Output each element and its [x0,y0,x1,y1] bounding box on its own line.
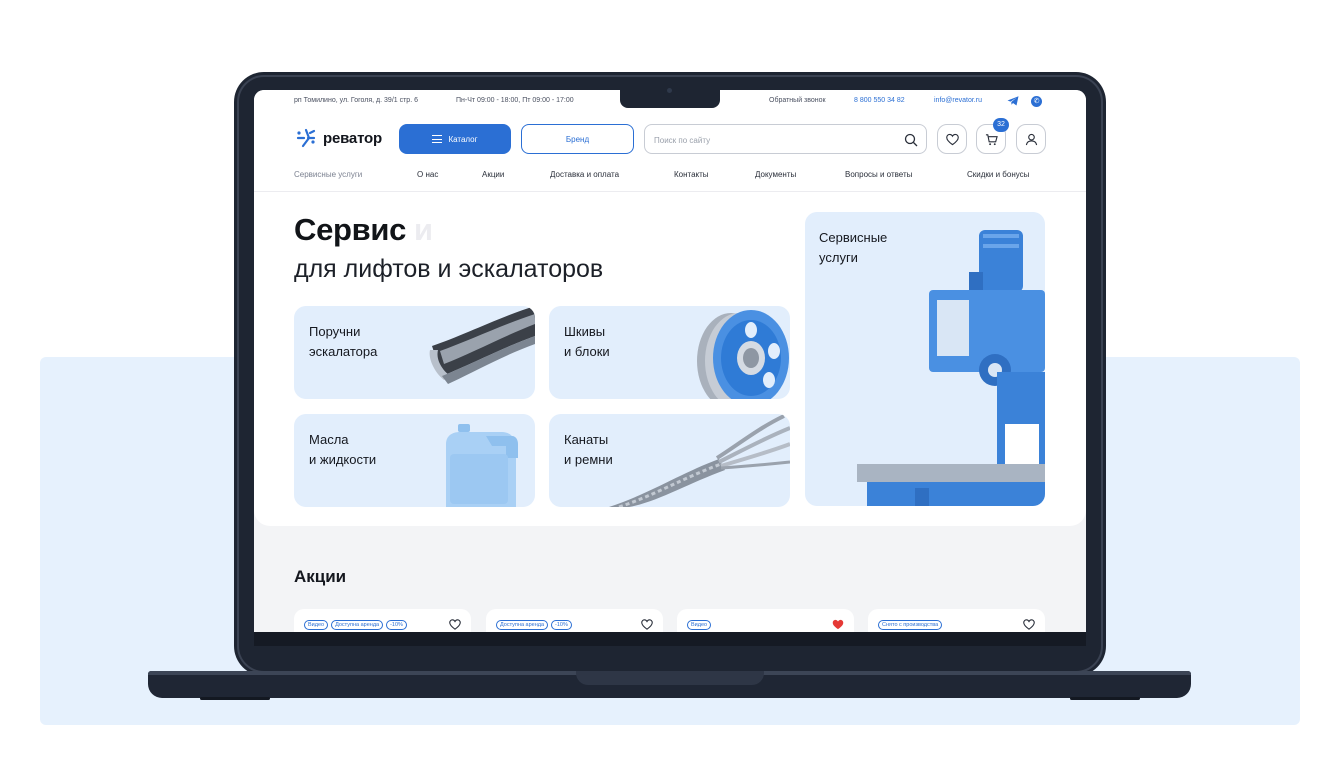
promo-card[interactable]: Доступна аренда -10% [486,609,663,632]
tag-video: Видео [687,620,712,630]
nav-item-delivery[interactable]: Доставка и оплата [550,170,619,179]
working-hours: Пн-Чт 09:00 - 18:00, Пт 09:00 - 17:00 [456,97,574,104]
brand-label: Бренд [565,134,590,144]
nav-item-documents[interactable]: Документы [755,170,796,179]
category-label: Шкивы и блоки [564,324,610,359]
category-label: Канаты и ремни [564,432,613,467]
catalog-label: Каталог [448,134,478,144]
steel-rope-image [609,414,790,507]
service-card[interactable]: Сервисные услуги [805,212,1045,506]
search-field[interactable] [644,124,927,154]
cart-button[interactable]: 32 [976,118,1009,154]
nav-item-discounts[interactable]: Скидки и бонусы [967,170,1029,179]
category-label: Поручни эскалатора [309,324,378,359]
favorite-heart-icon[interactable] [449,619,461,630]
nav-item-promotions[interactable]: Акции [482,170,504,179]
camera-icon [667,88,672,93]
favorite-heart-icon[interactable] [1023,619,1035,630]
pulley-image [697,310,789,399]
promotions-title: Акции [294,567,347,586]
favorite-heart-icon-active[interactable] [832,619,844,630]
user-icon [1025,133,1037,145]
handrail-image [429,306,535,384]
logo-text: реватор [323,129,382,147]
logo-icon [296,128,316,148]
hero-subtitle: для лифтов и эскалаторов [294,255,604,283]
nav-item-about[interactable]: О нас [417,170,438,179]
whatsapp-icon[interactable]: ✆ [1031,96,1042,107]
phone-link[interactable]: 8 800 550 34 82 [854,97,905,104]
category-card-pulleys[interactable]: Шкивы и блоки [549,306,790,399]
screen-bottom-bezel [254,632,1086,646]
cart-count-badge: 32 [993,118,1009,132]
main-navigation: Сервисные услуги О нас Акции Доставка и … [294,170,1046,182]
tag-rent: Доступна аренда [331,620,384,630]
category-card-handrails[interactable]: Поручни эскалатора [294,306,535,399]
telegram-icon[interactable] [1007,96,1019,106]
laptop-base-notch [576,671,764,685]
catalog-button[interactable]: Каталог [399,124,511,154]
tag-rent: Доступна аренда [496,620,549,630]
search-input[interactable] [654,133,874,147]
hero-title-ghost: и [414,212,434,247]
nav-item-faq[interactable]: Вопросы и ответы [845,170,912,179]
tag-discount: -10% [551,620,572,630]
category-label: Масла и жидкости [309,432,377,467]
promo-card[interactable]: Снято с производства [868,609,1045,632]
email-link[interactable]: info@revator.ru [934,97,982,104]
machine-tool-image [857,230,1045,506]
heart-icon [945,133,959,145]
tag-discount: -10% [386,620,407,630]
search-icon[interactable] [904,133,918,147]
nav-item-contacts[interactable]: Контакты [674,170,709,179]
favorite-heart-icon[interactable] [641,619,653,630]
account-button[interactable] [1016,124,1046,154]
callback-link[interactable]: Обратный звонок [769,97,826,104]
brand-button[interactable]: Бренд [521,124,634,154]
laptop-foot-left [200,697,270,700]
nav-item-services[interactable]: Сервисные услуги [294,170,362,179]
oil-canister-image [446,424,518,507]
promo-card[interactable]: Видео Доступна аренда -10% [294,609,471,632]
promo-tags: Видео [687,620,712,630]
laptop-screen: рп Томилино, ул. Гоголя, д. 39/1 стр. 6 … [254,90,1086,632]
promo-tags: Доступна аренда -10% [496,620,572,630]
menu-icon [432,135,443,143]
category-card-oils[interactable]: Масла и жидкости [294,414,535,507]
cart-icon [985,133,998,145]
site-logo[interactable]: реватор [294,126,382,150]
laptop-foot-right [1070,697,1140,700]
favorites-button[interactable] [937,124,967,154]
header-divider [254,191,1086,192]
tag-discontinued: Снято с производства [878,620,943,630]
tag-video: Видео [304,620,329,630]
category-card-ropes[interactable]: Канаты и ремни [549,414,790,507]
promo-tags: Видео Доступна аренда -10% [304,620,407,630]
promo-tags: Снято с производства [878,620,943,630]
promo-card[interactable]: Видео [677,609,854,632]
hero-title: Сервис [294,212,407,247]
address-text: рп Томилино, ул. Гоголя, д. 39/1 стр. 6 [294,97,418,104]
